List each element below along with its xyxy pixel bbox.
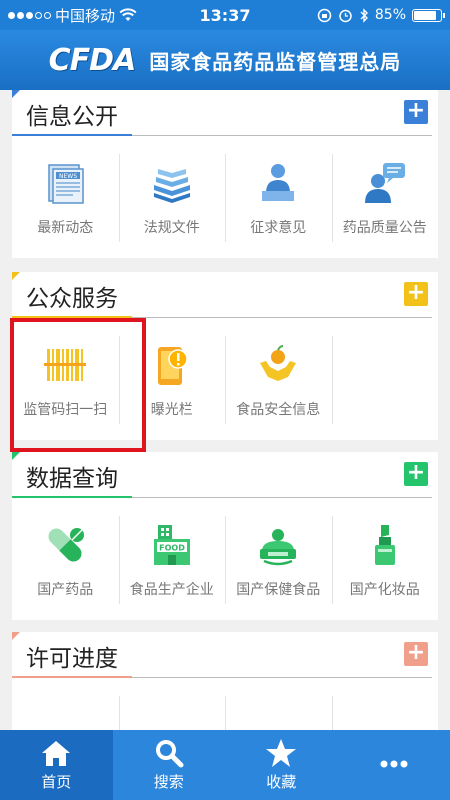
rotation-lock-icon [317,8,332,22]
books-icon [153,169,190,203]
star-icon [266,739,297,767]
alarm-icon [339,9,352,22]
expand-plus-button[interactable]: + [404,100,428,124]
expand-plus-button[interactable]: + [404,642,428,666]
grid-item-label: 法规文件 [143,220,200,236]
home-icon [42,741,71,766]
grid-item-latest-news[interactable]: NEWS 最新动态 [12,138,119,258]
grid-item-label: 食品安全信息 [236,402,321,418]
person-speech-icon [364,163,405,203]
grid-item-health-food[interactable]: 国产保健食品 [225,500,332,620]
section-data-query: 数据查询 + 国产药品 FOOD 食品生产企业 国产保健食品 国产化妆品 [12,452,438,620]
grid-item-cosmetics[interactable]: 国产化妆品 [331,500,439,620]
svg-text:FOOD: FOOD [159,544,185,553]
grid-item-label: 药品质量公告 [342,220,427,236]
tab-search[interactable]: 搜索 [113,730,226,800]
grid-item-drug-quality[interactable]: 药品质量公告 [331,138,439,258]
grid-item-food-safety[interactable]: 食品安全信息 [225,320,332,440]
carrier-name: 中国移动 [55,6,116,25]
bluetooth-icon [360,7,368,23]
expand-plus-button[interactable]: + [404,282,428,306]
section-header: 公众服务 + [12,272,438,320]
grid-item-empty [331,680,439,730]
capsule-icon [48,528,85,562]
section-title: 数据查询 [26,466,118,492]
grid-item-empty [331,320,439,440]
person-desk-icon [262,164,295,201]
grid-item-label: 曝光栏 [150,402,193,418]
grid-item-label: 食品生产企业 [129,582,214,598]
section-info-public: 信息公开 + NEWS 最新动态 法规文件 征求意见 药品质量公告 [12,90,438,258]
grid-item-food-producers[interactable]: FOOD 食品生产企业 [118,500,226,620]
bottom-tab-bar: 首页 搜索 收藏 [0,730,450,800]
tab-home[interactable]: 首页 [0,730,113,800]
tab-label: 首页 [41,773,72,791]
battery-percent: 85% [374,7,406,23]
grid-item-empty [225,680,332,730]
more-icon [380,760,408,767]
app-header: CFDA 国家食品药品监督管理总局 [0,30,450,90]
grid-item-solicit-opinions[interactable]: 征求意见 [225,138,332,258]
section-title: 公众服务 [26,286,118,312]
grid-item-barcode-scan[interactable]: 监管码扫一扫 [12,320,119,440]
signal-strength-icon [8,11,51,19]
grid-item-domestic-drugs[interactable]: 国产药品 [12,500,119,620]
tab-favorites[interactable]: 收藏 [225,730,338,800]
hands-apple-icon [260,345,297,381]
food-factory-icon: FOOD [153,525,190,565]
grid-item-label: 征求意见 [250,220,307,236]
grid-item-label: 监管码扫一扫 [23,402,108,418]
grid-item-partial[interactable] [118,680,226,730]
header-title: 国家食品药品监督管理总局 [149,49,402,74]
battery-icon [412,8,445,22]
tab-label: 收藏 [266,773,297,791]
status-bar: 中国移动 13:37 85% [0,0,450,30]
grid-item-exposure[interactable]: 曝光栏 [118,320,226,440]
grid-item-label: 国产保健食品 [236,582,321,598]
cosmetics-icon [374,525,395,565]
wifi-icon [119,8,137,21]
grid-item-partial[interactable] [12,680,119,730]
section-header: 数据查询 + [12,452,438,500]
news-icon: NEWS [48,164,84,204]
barcode-icon [44,349,87,381]
exposure-phone-icon [157,347,188,385]
section-title: 许可进度 [26,646,118,672]
tab-more[interactable] [338,730,450,800]
main-content[interactable]: 信息公开 + NEWS 最新动态 法规文件 征求意见 药品质量公告 公众服务 +… [0,90,450,730]
section-public-service: 公众服务 + 监管码扫一扫 曝光栏 食品安全信息 [12,272,438,440]
grid-item-regulations[interactable]: 法规文件 [118,138,226,258]
grid-item-label: 国产化妆品 [349,582,420,598]
search-icon [155,740,184,768]
section-title: 信息公开 [26,104,118,130]
health-food-icon [260,529,297,566]
cfda-logo: CFDA [48,42,137,78]
expand-plus-button[interactable]: + [404,462,428,486]
svg-text:NEWS: NEWS [59,173,77,180]
grid-item-label: 最新动态 [37,220,94,236]
section-header: 许可进度 + [12,632,438,680]
section-header: 信息公开 + [12,90,438,138]
tab-label: 搜索 [153,773,184,791]
section-license-progress: 许可进度 + [12,632,438,730]
grid-item-label: 国产药品 [37,582,94,598]
